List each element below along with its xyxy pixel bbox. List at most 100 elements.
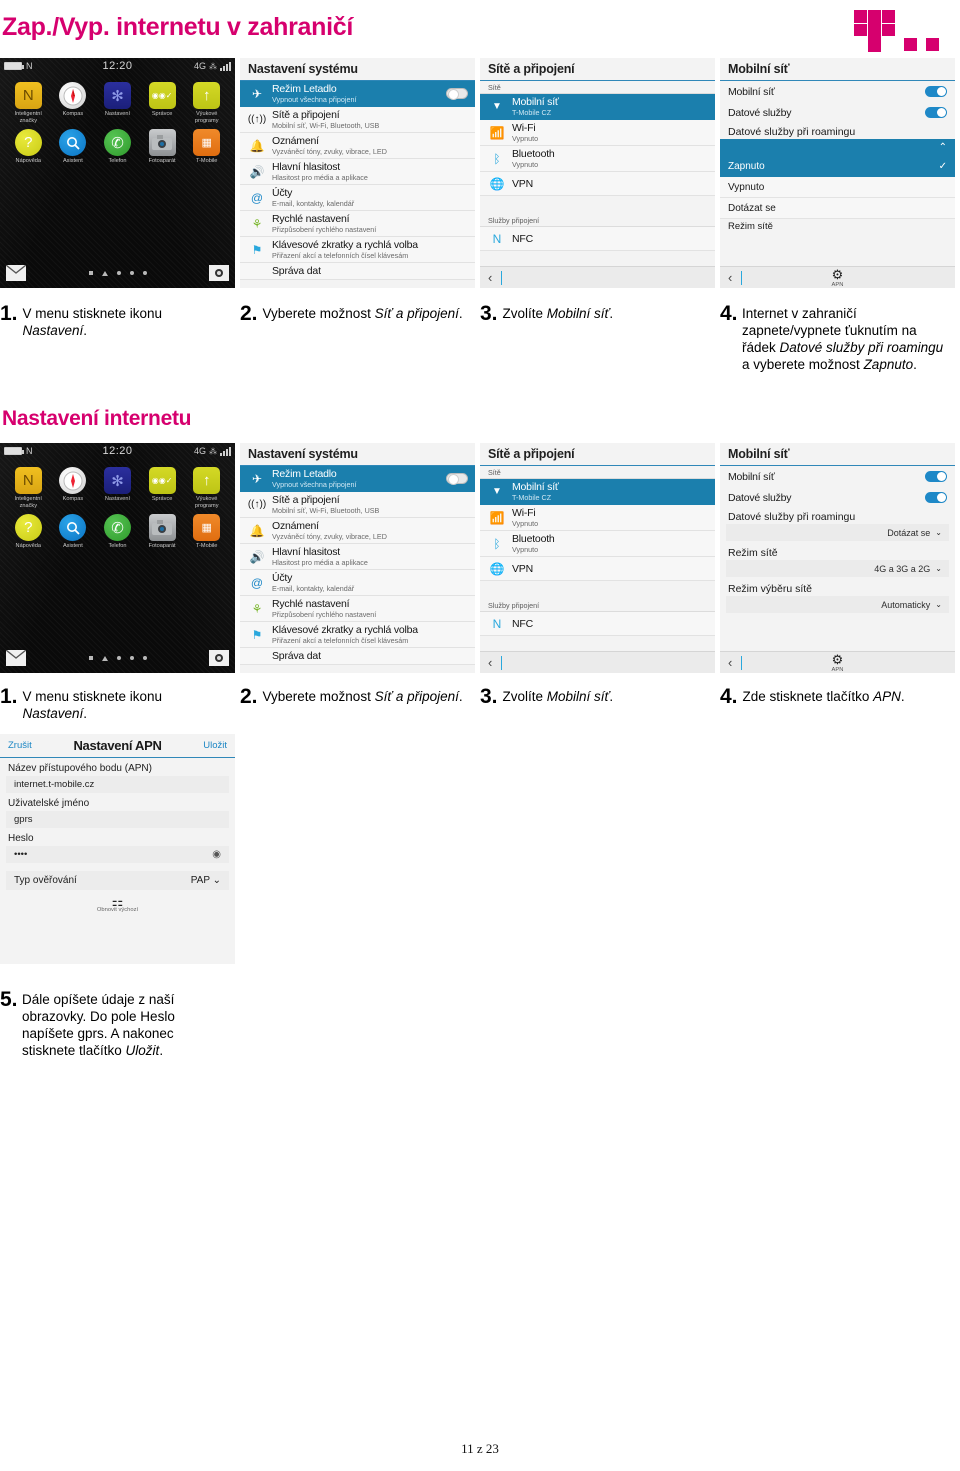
page-header: Zap./Vyp. internetu v zahraničí — [0, 6, 960, 58]
app-napoveda[interactable]: ? Nápověda — [6, 514, 51, 550]
row-title: Režim Letadlo — [272, 468, 337, 480]
select-network-selection[interactable]: Automaticky ⌄ — [726, 596, 949, 613]
network-row-wifi[interactable]: 📶 Wi-Fi Vypnuto — [480, 120, 715, 146]
mobile-network-toggle[interactable] — [925, 86, 947, 97]
row-mobile-network[interactable]: Mobilní síť — [720, 466, 955, 487]
network-row-mobile[interactable]: ▼ Mobilní síť T-Mobile CZ — [480, 94, 715, 120]
settings-row-accounts[interactable]: @ Účty E-mail, kontakty, kalendář — [240, 570, 475, 596]
app-napoveda[interactable]: ? Nápověda — [6, 129, 51, 165]
settings-row-quick[interactable]: ⚘ Rychlé nastavení Přizpůsobení rychlého… — [240, 211, 475, 237]
app-label: Fotoaparát — [148, 543, 176, 549]
auth-type-select[interactable]: Typ ověřování PAP ⌄ — [6, 871, 229, 890]
apn-username-input[interactable]: gprs — [6, 811, 229, 828]
status-time: 12:20 — [102, 60, 133, 72]
app-telefon[interactable]: ✆ Telefon — [95, 129, 140, 165]
camera-icon[interactable] — [209, 650, 229, 666]
apn-password-input[interactable]: •••• ◉ — [6, 846, 229, 863]
row-title: Mobilní síť — [512, 481, 559, 493]
settings-row-shortcuts[interactable]: ⚑ Klávesové zkratky a rychlá volba Přiřa… — [240, 622, 475, 648]
network-row-nfc[interactable]: N NFC — [480, 612, 715, 636]
settings-row-quick[interactable]: ⚘ Rychlé nastavení Přizpůsobení rychlého… — [240, 596, 475, 622]
show-password-icon[interactable]: ◉ — [212, 849, 221, 860]
dropdown-header[interactable]: ⌃ — [720, 139, 955, 156]
settings-row-data[interactable]: Správa dat — [240, 263, 475, 280]
back-chevron-icon[interactable]: ‹ — [488, 655, 492, 670]
app-nastaveni[interactable]: ✻ Nastavení — [95, 82, 140, 125]
step-number: 1. — [0, 685, 18, 708]
app-fotoaparat[interactable]: Fotoaparát — [140, 129, 185, 165]
row-data-services[interactable]: Datové služby — [720, 102, 955, 123]
app-tmobile[interactable]: ▦ T-Mobile — [184, 514, 229, 550]
network-mode-caption: Režim sítě — [728, 221, 773, 232]
cancel-button[interactable]: Zrušit — [8, 740, 32, 751]
settings-row-shortcuts[interactable]: ⚑ Klávesové zkratky a rychlá volba Přiřa… — [240, 237, 475, 263]
network-row-vpn[interactable]: 🌐 VPN — [480, 557, 715, 581]
row-subtitle: Přiřazení akcí a telefonních čísel kláve… — [272, 636, 409, 645]
app-vyukove-programy[interactable]: ↑ Výukové programy — [184, 467, 229, 510]
app-spravce[interactable]: ◉◉✓ Správce — [140, 467, 185, 510]
mail-icon[interactable] — [5, 264, 27, 281]
apn-name-input[interactable]: internet.t-mobile.cz — [6, 776, 229, 793]
app-asistent[interactable]: Asistent — [51, 514, 96, 550]
row-mobile-network[interactable]: Mobilní síť — [720, 81, 955, 102]
app-asistent[interactable]: Asistent — [51, 129, 96, 165]
settings-row-notifications[interactable]: 🔔 Oznámení Vyzváněcí tóny, zvuky, vibrac… — [240, 518, 475, 544]
row-title: Oznámení — [272, 135, 319, 147]
camera-icon — [148, 129, 176, 156]
app-nastaveni[interactable]: ✻ Nastavení — [95, 467, 140, 510]
select-network-mode[interactable]: 4G a 3G a 2G ⌄ — [726, 560, 949, 577]
settings-row-airplane[interactable]: ✈ Režim Letadlo Vypnout všechna připojen… — [240, 81, 475, 107]
network-row-vpn[interactable]: 🌐 VPN — [480, 172, 715, 196]
step-4: 4. Zde stisknete tlačítko APN. — [720, 686, 960, 722]
airplane-toggle[interactable] — [446, 88, 468, 100]
save-button[interactable]: Uložit — [203, 740, 227, 751]
app-fotoaparat[interactable]: Fotoaparát — [140, 514, 185, 550]
network-row-nfc[interactable]: N NFC — [480, 227, 715, 251]
back-chevron-icon[interactable]: ‹ — [488, 270, 492, 285]
app-telefon[interactable]: ✆ Telefon — [95, 514, 140, 550]
settings-gear-icon: ✻ — [103, 82, 131, 109]
network-row-mobile[interactable]: ▼ Mobilní síť T-Mobile CZ — [480, 479, 715, 505]
app-kompas[interactable]: Kompas — [51, 467, 96, 510]
roaming-dropdown[interactable]: ⌃ Zapnuto ✓ Vypnuto Dotázat se — [720, 139, 955, 219]
manager-icon: ◉◉✓ — [148, 467, 176, 494]
app-inteligentni-znacky[interactable]: N Inteligentní značky — [6, 467, 51, 510]
settings-row-volume[interactable]: 🔊 Hlavní hlasitost Hlasitost pro média a… — [240, 159, 475, 185]
app-label: Kompas — [62, 111, 84, 117]
dropdown-option-dotazat-se[interactable]: Dotázat se — [720, 198, 955, 219]
row-subtitle: Vypnout všechna připojení — [272, 95, 357, 104]
mobile-network-toggle[interactable] — [925, 471, 947, 482]
app-kompas[interactable]: Kompas — [51, 82, 96, 125]
row-label: Datové služby — [728, 106, 792, 119]
settings-row-data[interactable]: Správa dat — [240, 648, 475, 665]
select-roaming[interactable]: Dotázat se ⌄ — [726, 524, 949, 541]
app-spravce[interactable]: ◉◉✓ Správce — [140, 82, 185, 125]
app-vyukove-programy[interactable]: ↑ Výukové programy — [184, 82, 229, 125]
step-text-post: . — [609, 306, 614, 321]
data-services-toggle[interactable] — [925, 107, 947, 118]
settings-row-volume[interactable]: 🔊 Hlavní hlasitost Hlasitost pro média a… — [240, 544, 475, 570]
apn-button[interactable]: ⚙ APN — [720, 268, 955, 288]
camera-icon[interactable] — [209, 265, 229, 281]
settings-row-notifications[interactable]: 🔔 Oznámení Vyzváněcí tóny, zvuky, vibrac… — [240, 133, 475, 159]
settings-row-networks[interactable]: ((↑)) Sítě a připojení Mobilní síť, Wi-F… — [240, 492, 475, 518]
network-row-wifi[interactable]: 📶 Wi-Fi Vypnuto — [480, 505, 715, 531]
bluetooth-icon: ᛒ — [493, 151, 501, 166]
row-data-services[interactable]: Datové služby — [720, 487, 955, 508]
reset-defaults-button[interactable]: ⚏ Obnovit výchozí — [0, 890, 235, 913]
airplane-toggle[interactable] — [446, 473, 468, 485]
app-inteligentni-znacky[interactable]: N Inteligentní značky — [6, 82, 51, 125]
settings-row-networks[interactable]: ((↑)) Sítě a připojení Mobilní síť, Wi-F… — [240, 107, 475, 133]
settings-row-airplane[interactable]: ✈ Režim Letadlo Vypnout všechna připojen… — [240, 466, 475, 492]
tutorial-arrow-icon: ↑ — [193, 467, 221, 494]
mail-icon[interactable] — [5, 649, 27, 666]
network-row-bluetooth[interactable]: ᛒ Bluetooth Vypnuto — [480, 531, 715, 557]
dropdown-option-vypnuto[interactable]: Vypnuto — [720, 177, 955, 198]
network-row-bluetooth[interactable]: ᛒ Bluetooth Vypnuto — [480, 146, 715, 172]
app-tmobile[interactable]: ▦ T-Mobile — [184, 129, 229, 165]
dropdown-option-zapnuto[interactable]: Zapnuto ✓ — [720, 156, 955, 177]
field-value: gprs — [14, 814, 33, 825]
data-services-toggle[interactable] — [925, 492, 947, 503]
apn-button[interactable]: ⚙ APN — [720, 653, 955, 673]
settings-row-accounts[interactable]: @ Účty E-mail, kontakty, kalendář — [240, 185, 475, 211]
